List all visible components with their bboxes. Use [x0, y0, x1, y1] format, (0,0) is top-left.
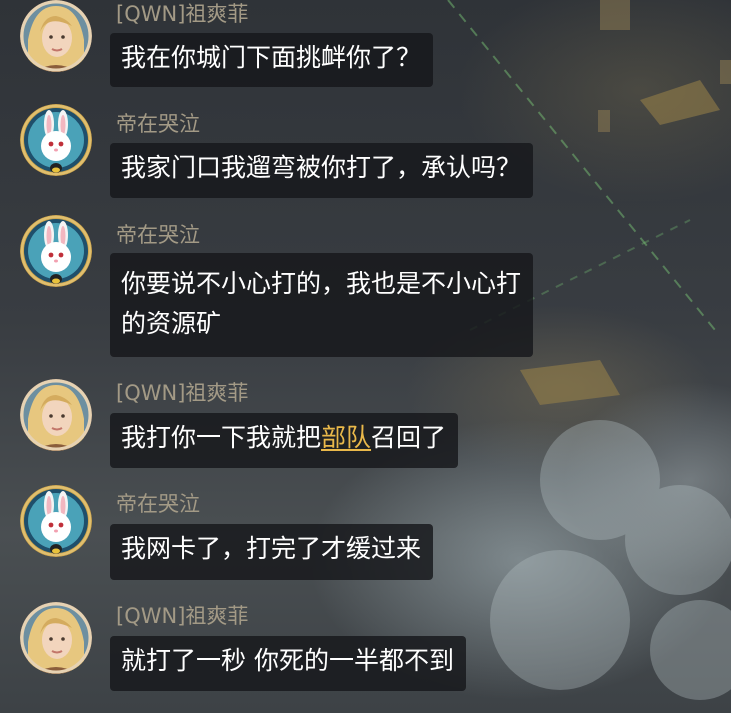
- sender-name[interactable]: 帝在哭泣: [116, 492, 200, 516]
- message-text: 我网卡了，打完了才缓过来: [121, 534, 422, 563]
- sender-name[interactable]: 帝在哭泣: [116, 112, 200, 136]
- white-rabbit-avatar-icon[interactable]: [20, 215, 92, 287]
- message-text: 我家门口我遛弯被你打了，承认吗？: [121, 153, 522, 182]
- message-bubble[interactable]: 我网卡了，打完了才缓过来: [110, 524, 434, 580]
- message-bubble[interactable]: 我在你城门下面挑衅你了？: [110, 33, 434, 87]
- blonde-woman-avatar-icon[interactable]: [20, 602, 92, 674]
- white-rabbit-avatar-icon[interactable]: [20, 485, 92, 557]
- message-text-tail: 召回了: [371, 423, 447, 452]
- blonde-woman-avatar-icon[interactable]: [20, 379, 92, 451]
- message-text-line-2: 的资源矿: [121, 309, 222, 338]
- troops-link[interactable]: 部队: [321, 423, 371, 452]
- sender-name[interactable]: 帝在哭泣: [116, 223, 200, 247]
- message-text: 就打了一秒 你死的一半都不到: [121, 646, 454, 675]
- sender-name[interactable]: [QWN]祖爽菲: [116, 604, 248, 628]
- message-text: 我在你城门下面挑衅你了？: [121, 43, 422, 72]
- sender-name[interactable]: [QWN]祖爽菲: [116, 381, 248, 405]
- message-bubble[interactable]: 我打你一下我就把部队召回了: [110, 413, 459, 468]
- message-bubble[interactable]: 我家门口我遛弯被你打了，承认吗？: [110, 143, 534, 198]
- white-rabbit-avatar-icon[interactable]: [20, 104, 92, 176]
- message-text: 我打你一下我就把: [121, 423, 322, 452]
- message-bubble[interactable]: 你要说不小心打的，我也是不小心打 的资源矿: [110, 253, 534, 357]
- message-text-line-1: 你要说不小心打的，我也是不小心打: [121, 269, 522, 298]
- blonde-woman-avatar-icon[interactable]: [20, 0, 92, 72]
- sender-name[interactable]: [QWN]祖爽菲: [116, 2, 248, 26]
- message-bubble[interactable]: 就打了一秒 你死的一半都不到: [110, 636, 466, 691]
